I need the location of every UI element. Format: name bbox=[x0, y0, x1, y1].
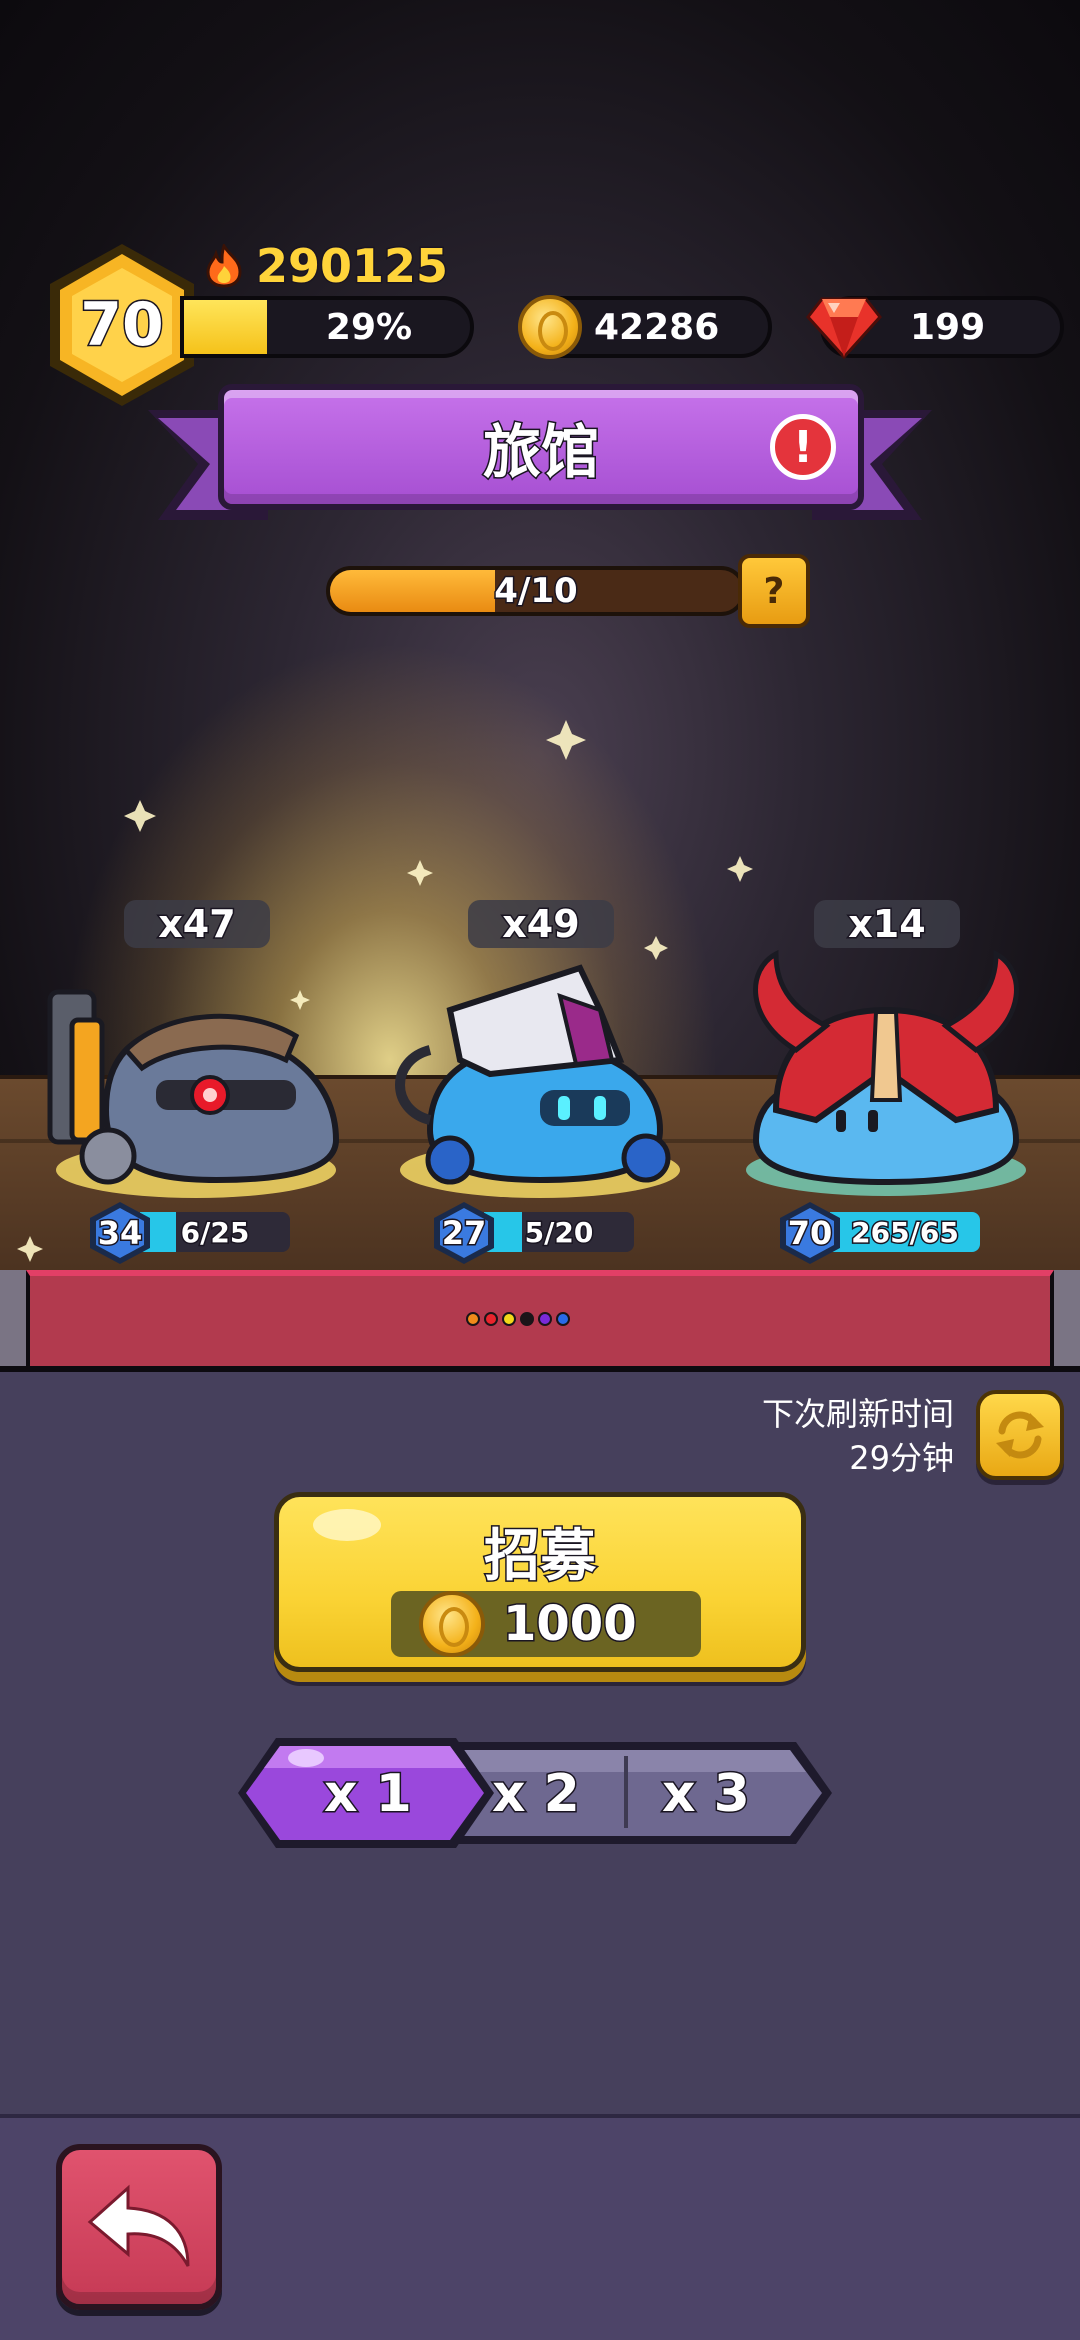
hero-shard-bar: 265/65 bbox=[830, 1212, 980, 1252]
gem-value: 199 bbox=[908, 305, 986, 349]
power-value: 290125 bbox=[254, 238, 449, 295]
coin-icon bbox=[518, 295, 582, 359]
player-level: 70 bbox=[79, 289, 166, 362]
back-arrow-icon bbox=[87, 2184, 190, 2267]
xp-percent: 29% bbox=[324, 305, 413, 349]
alert-icon[interactable]: ! bbox=[770, 414, 836, 480]
hero-shards: 6/25 bbox=[179, 1214, 251, 1250]
recruit-button[interactable]: 招募 1000 bbox=[274, 1492, 806, 1672]
page-dot bbox=[556, 1312, 570, 1326]
multiplier-x2[interactable]: x 2 bbox=[491, 1756, 582, 1832]
hero-count: x14 bbox=[814, 900, 960, 948]
page-indicator bbox=[466, 1312, 570, 1326]
multiplier-x3[interactable]: x 3 bbox=[661, 1756, 752, 1832]
hero-level: 34 bbox=[96, 1213, 144, 1254]
page-dot bbox=[520, 1312, 534, 1326]
multiplier-x1[interactable]: x 1 bbox=[323, 1756, 414, 1832]
page-title: 旅馆 bbox=[481, 417, 600, 488]
hero-shard-bar: 5/20 bbox=[484, 1212, 634, 1252]
recruit-cost-box: 1000 bbox=[391, 1591, 701, 1657]
panel-edge-right bbox=[1054, 1270, 1080, 1366]
tavern-progress-bar: 4/10 bbox=[326, 566, 746, 616]
player-level-badge[interactable]: 70 bbox=[44, 240, 200, 410]
xp-bar: 29% bbox=[180, 296, 474, 358]
gold-counter[interactable]: 42286 bbox=[518, 295, 772, 359]
help-icon: ? bbox=[763, 570, 785, 612]
hero-level: 27 bbox=[440, 1213, 488, 1254]
panel-edge-left bbox=[0, 1270, 26, 1366]
page-dot bbox=[466, 1312, 480, 1326]
hero-shards: 5/20 bbox=[523, 1214, 595, 1250]
hero-count: x49 bbox=[468, 900, 614, 948]
power-row: 290125 bbox=[204, 238, 450, 295]
title-banner: 旅馆 ! bbox=[218, 384, 864, 510]
recruit-cost: 1000 bbox=[502, 1595, 639, 1654]
flame-icon bbox=[206, 244, 242, 288]
refresh-icon bbox=[996, 1411, 1044, 1459]
tavern-progress-text: 4/10 bbox=[493, 570, 579, 612]
refresh-label: 下次刷新时间 bbox=[761, 1395, 954, 1433]
hero-shards: 265/65 bbox=[850, 1214, 961, 1250]
hero-level: 70 bbox=[786, 1213, 834, 1254]
back-button[interactable] bbox=[56, 2144, 222, 2310]
page-dot bbox=[484, 1312, 498, 1326]
recruit-label: 招募 bbox=[483, 1523, 598, 1591]
gold-value: 42286 bbox=[592, 305, 720, 349]
refresh-button[interactable] bbox=[976, 1390, 1064, 1480]
hero-count: x47 bbox=[124, 900, 270, 948]
xp-fill bbox=[184, 300, 267, 354]
gem-counter[interactable]: 199 bbox=[806, 296, 1064, 359]
page-dot bbox=[538, 1312, 552, 1326]
robot-hero-icon bbox=[47, 989, 340, 1198]
coin-icon bbox=[419, 1591, 485, 1657]
hero-shard-bar: 6/25 bbox=[140, 1212, 290, 1252]
refresh-time: 29分钟 bbox=[849, 1439, 954, 1477]
tank-hero-icon bbox=[395, 964, 680, 1198]
refresh-info: 下次刷新时间 29分钟 bbox=[762, 1392, 954, 1480]
multiplier-divider bbox=[624, 1756, 628, 1828]
hero-card-blue-tank[interactable]: x49 5/20 27 bbox=[390, 900, 690, 1270]
page-dot bbox=[502, 1312, 516, 1326]
hero-card-horned-knight[interactable]: x14 265/65 70 bbox=[736, 900, 1036, 1270]
divider bbox=[0, 1366, 1080, 1372]
knight-hero-icon bbox=[746, 950, 1026, 1196]
hero-card-robot[interactable]: x47 6/25 34 bbox=[46, 900, 346, 1270]
gem-icon bbox=[806, 297, 882, 359]
help-button[interactable]: ? bbox=[738, 554, 810, 628]
